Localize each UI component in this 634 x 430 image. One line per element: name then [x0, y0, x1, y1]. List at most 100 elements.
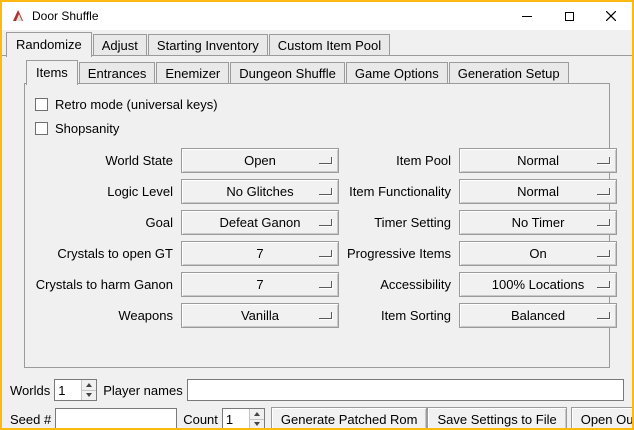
maximize-icon [565, 12, 574, 21]
world-state-label: World State [33, 153, 173, 168]
dropdown-indicator-icon [597, 188, 610, 195]
crystals-open-gt-dropdown[interactable]: 7 [181, 241, 339, 266]
tab-entrances[interactable]: Entrances [79, 62, 156, 84]
item-functionality-dropdown[interactable]: Normal [459, 179, 617, 204]
dropdown-indicator-icon [319, 281, 332, 288]
worlds-spinner-arrows [81, 380, 96, 400]
tab-enemizer[interactable]: Enemizer [156, 62, 229, 84]
world-state-dropdown[interactable]: Open [181, 148, 339, 173]
close-icon [606, 11, 616, 21]
item-sorting-dropdown[interactable]: Balanced [459, 303, 617, 328]
minimize-icon [522, 16, 532, 17]
item-pool-dropdown[interactable]: Normal [459, 148, 617, 173]
count-spinner-arrows [249, 409, 264, 429]
player-names-label: Player names [103, 383, 182, 398]
dropdown-indicator-icon [319, 312, 332, 319]
tab-generation-setup[interactable]: Generation Setup [449, 62, 569, 84]
accessibility-value: 100% Locations [492, 277, 585, 292]
tab-game-options[interactable]: Game Options [346, 62, 448, 84]
logic-level-label: Logic Level [33, 184, 173, 199]
timer-setting-value: No Timer [512, 215, 565, 230]
dropdown-indicator-icon [319, 219, 332, 226]
timer-setting-dropdown[interactable]: No Timer [459, 210, 617, 235]
logic-level-value: No Glitches [226, 184, 293, 199]
item-functionality-value: Normal [517, 184, 559, 199]
open-output-directory-button[interactable]: Open Output Directory [571, 407, 634, 430]
generate-patched-rom-button[interactable]: Generate Patched Rom [271, 407, 428, 430]
progressive-items-label: Progressive Items [347, 246, 451, 261]
spin-up-button[interactable] [250, 409, 264, 419]
item-sorting-label: Item Sorting [347, 308, 451, 323]
crystals-harm-ganon-label: Crystals to harm Ganon [33, 277, 173, 292]
outer-tab-bar: Randomize Adjust Starting Inventory Cust… [2, 32, 632, 56]
tab-adjust[interactable]: Adjust [93, 34, 147, 56]
dropdown-indicator-icon [597, 312, 610, 319]
inner-tab-bar: Items Entrances Enemizer Dungeon Shuffle… [24, 60, 610, 84]
shopsanity-checkbox[interactable]: Shopsanity [35, 116, 609, 140]
checkbox-box-icon [35, 122, 48, 135]
seed-row: Seed # Count Generate Patched Rom Save S… [2, 407, 632, 430]
dropdown-indicator-icon [597, 157, 610, 164]
dropdown-indicator-icon [319, 157, 332, 164]
item-pool-label: Item Pool [347, 153, 451, 168]
count-label: Count [183, 412, 218, 427]
logic-level-dropdown[interactable]: No Glitches [181, 179, 339, 204]
window: Door Shuffle Randomize Adjust Starting I… [0, 0, 634, 430]
progressive-items-dropdown[interactable]: On [459, 241, 617, 266]
minimize-button[interactable] [506, 2, 548, 30]
crystals-open-gt-label: Crystals to open GT [33, 246, 173, 261]
spin-up-button[interactable] [82, 380, 96, 390]
goal-dropdown[interactable]: Defeat Ganon [181, 210, 339, 235]
goal-value: Defeat Ganon [220, 215, 301, 230]
timer-setting-label: Timer Setting [347, 215, 451, 230]
crystals-harm-ganon-value: 7 [256, 277, 263, 292]
player-names-input[interactable] [187, 379, 624, 401]
dropdown-indicator-icon [597, 250, 610, 257]
arrow-up-icon [254, 412, 260, 416]
seed-input[interactable] [55, 408, 177, 430]
window-controls [506, 2, 632, 30]
weapons-value: Vanilla [241, 308, 279, 323]
dropdown-indicator-icon [597, 281, 610, 288]
count-spinner [222, 408, 265, 430]
tab-custom-item-pool[interactable]: Custom Item Pool [269, 34, 390, 56]
dropdown-indicator-icon [319, 188, 332, 195]
progressive-items-value: On [529, 246, 546, 261]
crystals-harm-ganon-dropdown[interactable]: 7 [181, 272, 339, 297]
weapons-dropdown[interactable]: Vanilla [181, 303, 339, 328]
shopsanity-label: Shopsanity [55, 121, 119, 136]
item-sorting-value: Balanced [511, 308, 565, 323]
worlds-label: Worlds [10, 383, 50, 398]
close-button[interactable] [590, 2, 632, 30]
spin-down-button[interactable] [82, 390, 96, 401]
item-functionality-label: Item Functionality [347, 184, 451, 199]
worlds-input[interactable] [55, 380, 81, 400]
randomize-panel: Items Entrances Enemizer Dungeon Shuffle… [2, 56, 632, 430]
save-settings-button[interactable]: Save Settings to File [427, 407, 566, 430]
count-input[interactable] [223, 409, 249, 429]
titlebar: Door Shuffle [2, 2, 632, 30]
retro-mode-label: Retro mode (universal keys) [55, 97, 218, 112]
worlds-spinner [54, 379, 97, 401]
arrow-down-icon [86, 393, 92, 397]
app-icon [10, 8, 26, 24]
spin-down-button[interactable] [250, 419, 264, 430]
tab-dungeon-shuffle[interactable]: Dungeon Shuffle [230, 62, 345, 84]
tab-items[interactable]: Items [26, 60, 78, 85]
dropdown-indicator-icon [597, 219, 610, 226]
arrow-up-icon [86, 383, 92, 387]
crystals-open-gt-value: 7 [256, 246, 263, 261]
weapons-label: Weapons [33, 308, 173, 323]
dropdown-indicator-icon [319, 250, 332, 257]
goal-label: Goal [33, 215, 173, 230]
options-grid: World State Open Item Pool Normal Logic … [25, 140, 609, 328]
items-panel: Retro mode (universal keys) Shopsanity W… [24, 84, 610, 368]
tab-starting-inventory[interactable]: Starting Inventory [148, 34, 268, 56]
maximize-button[interactable] [548, 2, 590, 30]
checkbox-box-icon [35, 98, 48, 111]
tab-randomize[interactable]: Randomize [6, 32, 92, 57]
retro-mode-checkbox[interactable]: Retro mode (universal keys) [35, 92, 609, 116]
accessibility-dropdown[interactable]: 100% Locations [459, 272, 617, 297]
accessibility-label: Accessibility [347, 277, 451, 292]
window-title: Door Shuffle [32, 9, 99, 23]
